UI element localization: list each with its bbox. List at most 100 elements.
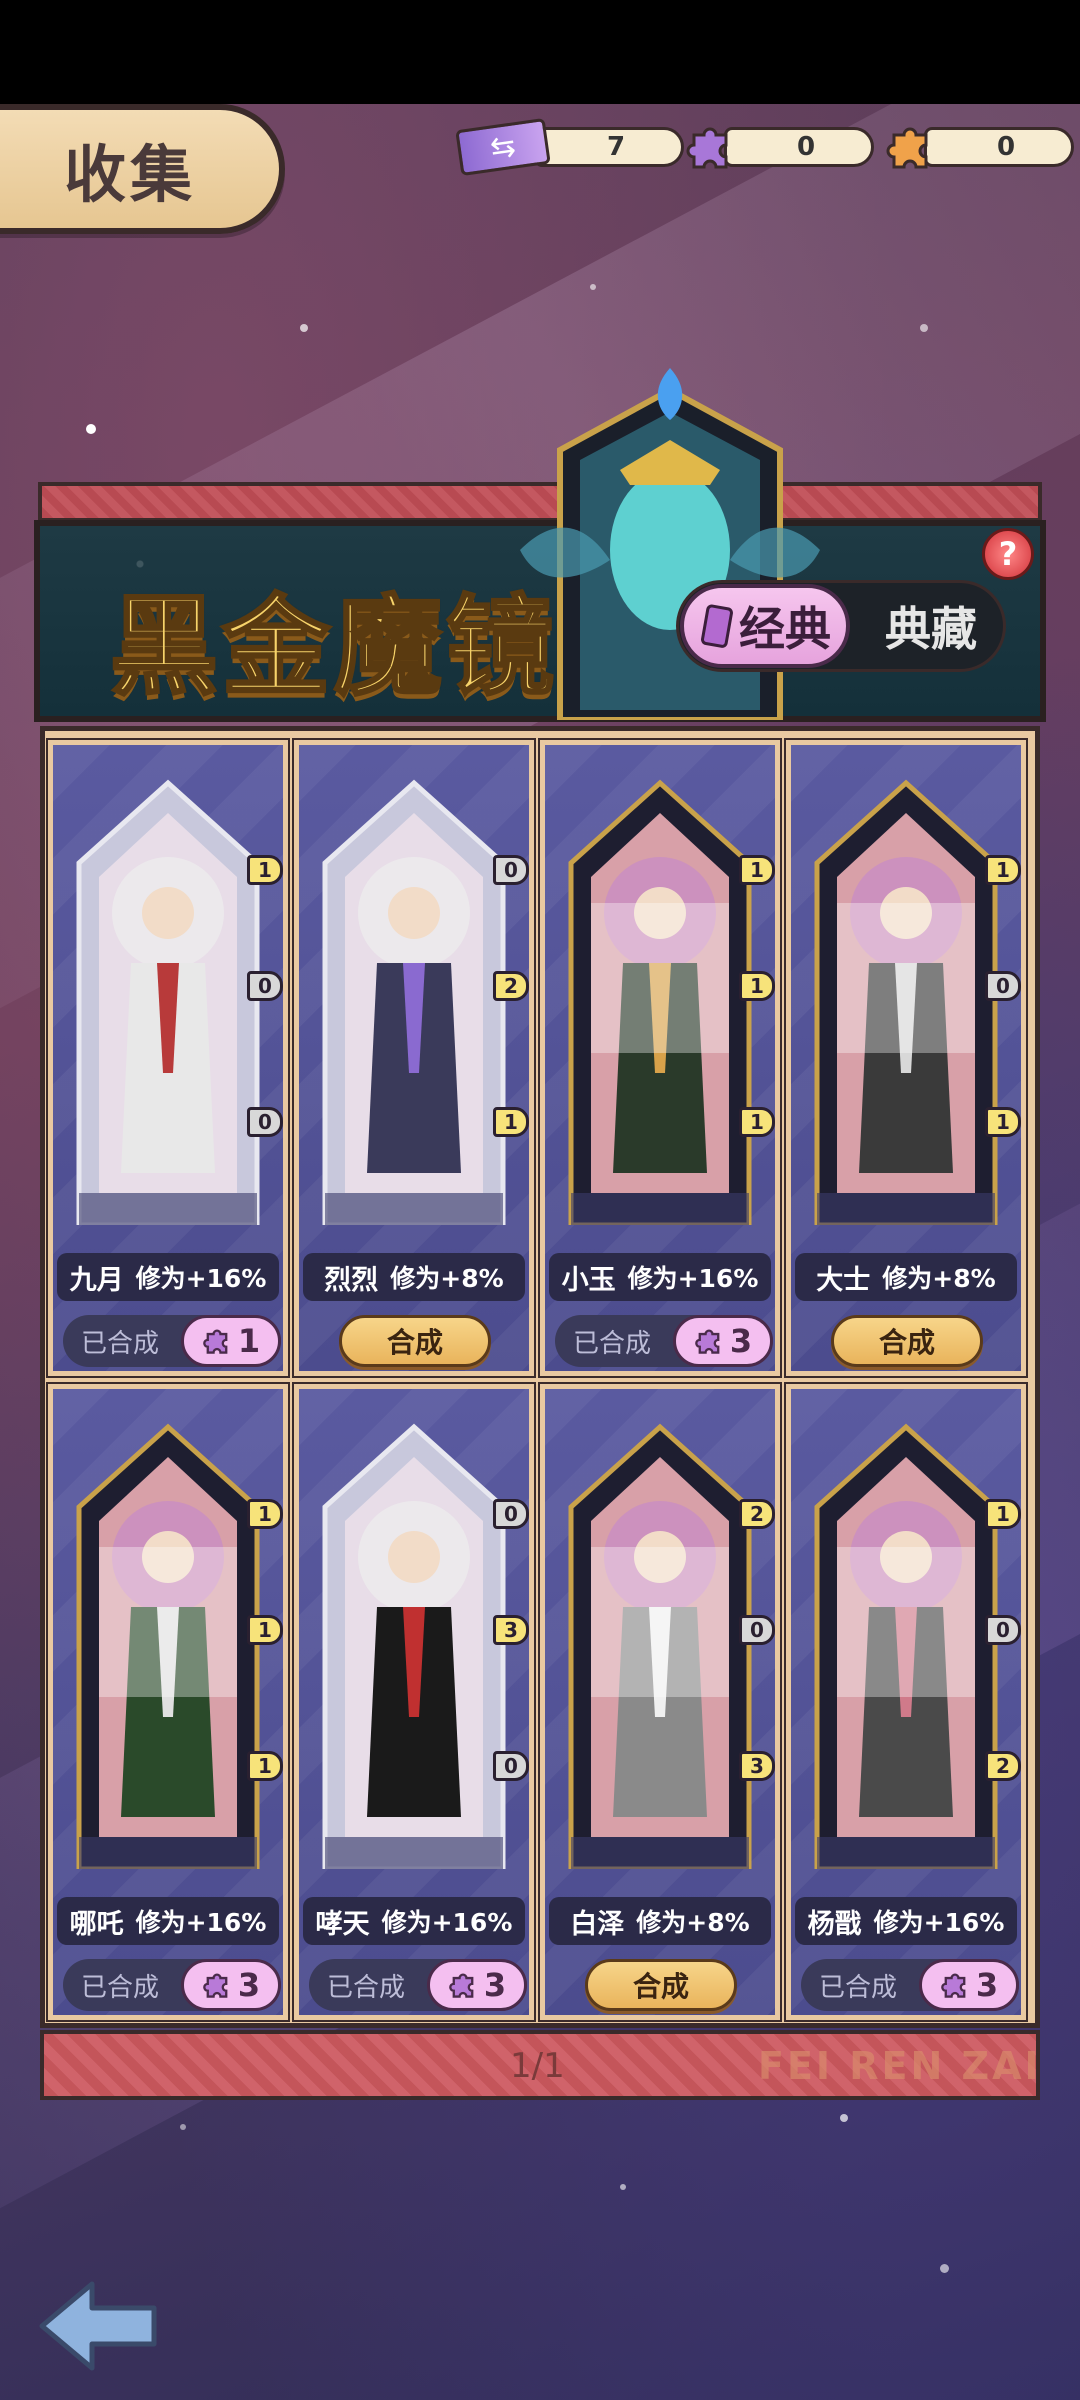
tab-classic-label: 经典 [739,602,831,656]
synthesized-label: 已合成 [327,1972,406,2003]
card-name-bar: 九月 修为+16% [57,1253,279,1301]
cultivation-bonus: 修为+16% [873,1908,1005,1937]
tab-collection[interactable]: 典藏 [858,584,1004,668]
fragment-count-badge: 0 [493,1751,529,1781]
synthesized-count-value: 3 [729,1322,753,1360]
ticket-count: 7 [534,127,684,167]
cultivation-bonus: 修为+16% [135,1264,267,1293]
character-name: 烈烈 [324,1264,379,1296]
card-name-bar: 烈烈 修为+8% [303,1253,525,1301]
tab-collection-label: 典藏 [885,602,977,656]
fragment-count-badge: 2 [739,1499,775,1529]
puzzle-piece-icon [449,1973,474,1998]
synthesized-count: 3 [919,1959,1019,2011]
synthesized-count-value: 3 [483,1966,507,2004]
purple-puzzle-icon [682,119,738,175]
cultivation-bonus: 修为+8% [636,1908,750,1937]
stained-glass-portrait [322,779,506,1225]
synthesize-button[interactable]: 合成 [339,1315,491,1367]
card-name-bar: 哮天 修为+16% [303,1897,525,1945]
stained-glass-portrait [814,1423,998,1869]
synthesized-count-value: 3 [237,1966,261,2004]
card-name-bar: 哪吒 修为+16% [57,1897,279,1945]
fragment-count-badge: 0 [247,971,283,1001]
character-card[interactable]: 1 1 1 哪吒 修为+16% 已合成 3 [46,1382,290,2022]
fragment-count-badge: 0 [493,1499,529,1529]
cultivation-bonus: 修为+8% [390,1264,504,1293]
fragment-count-badge: 3 [739,1751,775,1781]
puzzle-piece-icon [203,1973,228,1998]
tab-classic[interactable]: 经典 [680,584,850,668]
ticket-counter: ⇆ 7 [455,117,684,177]
character-name: 哮天 [315,1908,370,1940]
character-card[interactable]: 0 2 1 烈烈 修为+8% 合成 [292,738,536,1378]
synthesized-count: 3 [427,1959,527,2011]
fragment-count-badge: 1 [247,1499,283,1529]
collection-name: 黑金魔镜 [108,584,559,712]
orange-puzzle-icon [882,119,938,175]
fragment-count-badge: 1 [985,855,1021,885]
help-button[interactable]: ? [982,528,1034,580]
back-arrow-icon [39,2281,157,2371]
fragment-count-badge: 0 [985,1615,1021,1645]
fragment-count-badge: 1 [247,855,283,885]
fragment-count-badge: 1 [247,1751,283,1781]
synthesized-count: 1 [181,1315,281,1367]
character-card[interactable]: 0 3 0 哮天 修为+16% 已合成 3 [292,1382,536,2022]
character-card[interactable]: 1 1 1 小玉 修为+16% 已合成 3 [538,738,782,1378]
book-icon [701,604,733,648]
cultivation-bonus: 修为+16% [627,1264,759,1293]
character-card[interactable]: 1 0 2 杨戬 修为+16% 已合成 3 [784,1382,1028,2022]
character-name: 大士 [816,1264,871,1296]
synthesized-label: 已合成 [573,1328,652,1359]
page-title: 收集 [64,138,197,211]
status-bar [0,0,1080,104]
synthesized-label: 已合成 [819,1972,898,2003]
card-name-bar: 白泽 修为+8% [549,1897,771,1945]
synthesized-count-value: 1 [237,1322,261,1360]
synthesize-button[interactable]: 合成 [585,1959,737,2011]
character-card[interactable]: 1 0 1 大士 修为+8% 合成 [784,738,1028,1378]
fragment-count-badge: 1 [985,1107,1021,1137]
fragment-count-badge: 1 [985,1499,1021,1529]
page-indicator: 1/1 [510,2046,565,2086]
synthesized-count: 3 [181,1959,281,2011]
character-name: 杨戬 [807,1908,862,1940]
fragment-count-badge: 1 [247,1615,283,1645]
synthesized-label: 已合成 [81,1328,160,1359]
purple-piece-counter: 0 [682,122,874,172]
purple-piece-count: 0 [724,127,874,167]
fragment-count-badge: 0 [985,971,1021,1001]
cultivation-bonus: 修为+8% [882,1264,996,1293]
character-name: 小玉 [561,1264,616,1296]
stained-glass-portrait [76,1423,260,1869]
stained-glass-portrait [568,1423,752,1869]
collection-title-tab: 收集 [0,104,285,234]
back-button[interactable] [36,2276,160,2376]
synthesized-status: 已合成 3 [309,1959,527,2011]
synthesized-status: 已合成 3 [63,1959,281,2011]
card-name-bar: 杨戬 修为+16% [795,1897,1017,1945]
card-name-bar: 小玉 修为+16% [549,1253,771,1301]
stained-glass-portrait [814,779,998,1225]
synthesize-button[interactable]: 合成 [831,1315,983,1367]
stained-glass-portrait [76,779,260,1225]
fragment-count-badge: 0 [247,1107,283,1137]
stained-glass-portrait [322,1423,506,1869]
puzzle-piece-icon [695,1329,720,1354]
fragment-count-badge: 0 [739,1615,775,1645]
synthesized-status: 已合成 1 [63,1315,281,1367]
orange-piece-counter: 0 [882,122,1074,172]
fragment-count-badge: 1 [739,1107,775,1137]
puzzle-piece-icon [203,1329,228,1354]
fragment-count-badge: 1 [493,1107,529,1137]
fragment-count-badge: 0 [493,855,529,885]
synthesized-label: 已合成 [81,1972,160,2003]
character-name: 白泽 [570,1908,625,1940]
character-card[interactable]: 1 0 0 九月 修为+16% 已合成 1 [46,738,290,1378]
synthesized-count-value: 3 [975,1966,999,2004]
character-card[interactable]: 2 0 3 白泽 修为+8% 合成 [538,1382,782,2022]
watermark: FEI REN ZAI [758,2044,1042,2088]
character-name: 哪吒 [69,1908,124,1940]
fragment-count-badge: 2 [985,1751,1021,1781]
